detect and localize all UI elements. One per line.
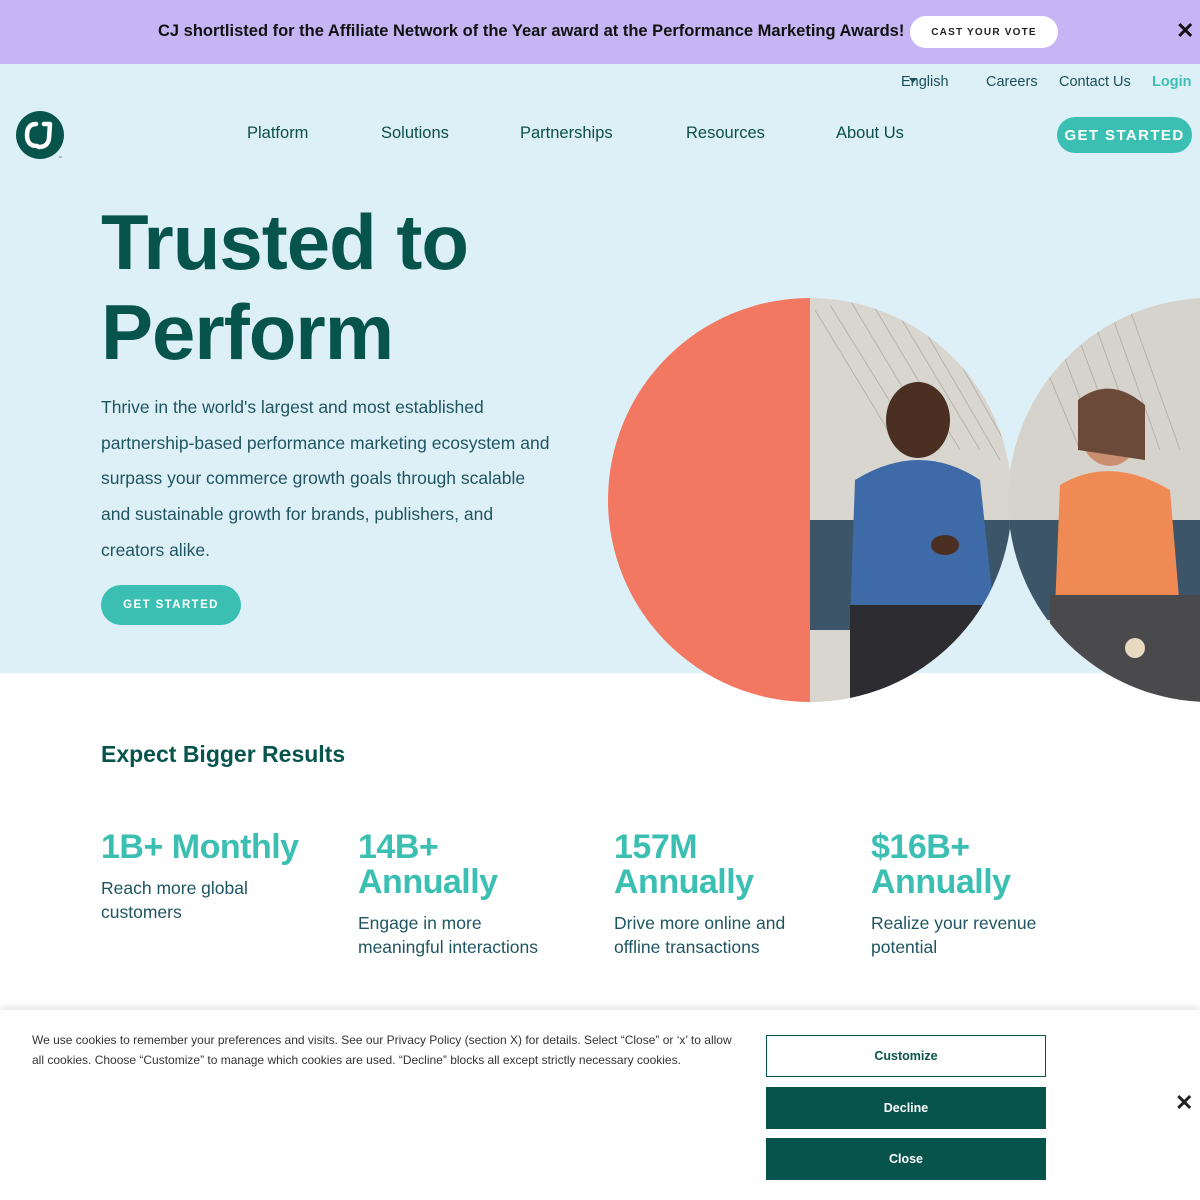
language-selector[interactable]: English: [901, 74, 949, 90]
cookie-close-icon[interactable]: ✕: [1175, 1092, 1193, 1114]
stat-value: $16B+ Annually: [871, 828, 1011, 901]
nav-item-resources[interactable]: Resources: [686, 124, 765, 143]
decline-button[interactable]: Decline: [766, 1087, 1046, 1129]
stat-value: 157M Annually: [614, 828, 754, 901]
announcement-bar: CJ shortlisted for the Affiliate Network…: [0, 0, 1200, 64]
main-nav: Platform Solutions Partnerships Resource…: [0, 124, 1200, 146]
stat-description: Engage in more meaningful interactions: [358, 913, 538, 957]
results-section-title: Expect Bigger Results: [101, 741, 346, 767]
hero-title-line2: Perform: [101, 288, 394, 376]
cookie-banner: We use cookies to remember your preferen…: [0, 1010, 1200, 1200]
nav-item-about-us[interactable]: About Us: [836, 124, 904, 143]
hero-title-line1: Trusted to: [101, 198, 469, 286]
hero-title: Trusted to Perform: [101, 197, 621, 377]
announcement-close-icon[interactable]: ✕: [1176, 20, 1194, 42]
stat-card: 14B+ Annually Engage in more meaningful …: [358, 830, 558, 959]
nav-item-partnerships[interactable]: Partnerships: [520, 124, 613, 143]
contact-us-link[interactable]: Contact Us: [1059, 74, 1131, 90]
svg-text:™: ™: [58, 156, 63, 161]
chevron-down-icon: [909, 77, 917, 83]
cookie-banner-text: We use cookies to remember your preferen…: [32, 1033, 732, 1067]
nav-item-solutions[interactable]: Solutions: [381, 124, 449, 143]
customize-button[interactable]: Customize: [766, 1035, 1046, 1077]
stat-description: Reach more global customers: [101, 878, 248, 922]
stat-card: 157M Annually Drive more online and offl…: [614, 830, 814, 959]
hero-image: [600, 290, 1200, 715]
announcement-text: CJ shortlisted for the Affiliate Network…: [158, 22, 905, 40]
careers-link[interactable]: Careers: [986, 74, 1038, 90]
hero-description: Thrive in the world's largest and most e…: [101, 397, 550, 560]
stat-description: Realize your revenue potential: [871, 913, 1037, 957]
close-button[interactable]: Close: [766, 1138, 1046, 1180]
stat-card: $16B+ Annually Realize your revenue pote…: [871, 830, 1071, 959]
utility-nav: English Careers Contact Us Login: [0, 74, 1200, 94]
stat-description: Drive more online and offline transactio…: [614, 913, 786, 957]
nav-item-platform[interactable]: Platform: [247, 124, 308, 143]
stat-value: 14B+ Annually: [358, 828, 498, 901]
cast-vote-button[interactable]: CAST YOUR VOTE: [910, 16, 1058, 48]
stat-value: 1B+ Monthly: [101, 828, 299, 866]
header-get-started-button[interactable]: GET STARTED: [1057, 117, 1192, 153]
stat-card: 1B+ Monthly Reach more global customers: [101, 830, 316, 924]
hero-get-started-button[interactable]: GET STARTED: [101, 585, 241, 625]
login-link[interactable]: Login: [1152, 74, 1191, 90]
